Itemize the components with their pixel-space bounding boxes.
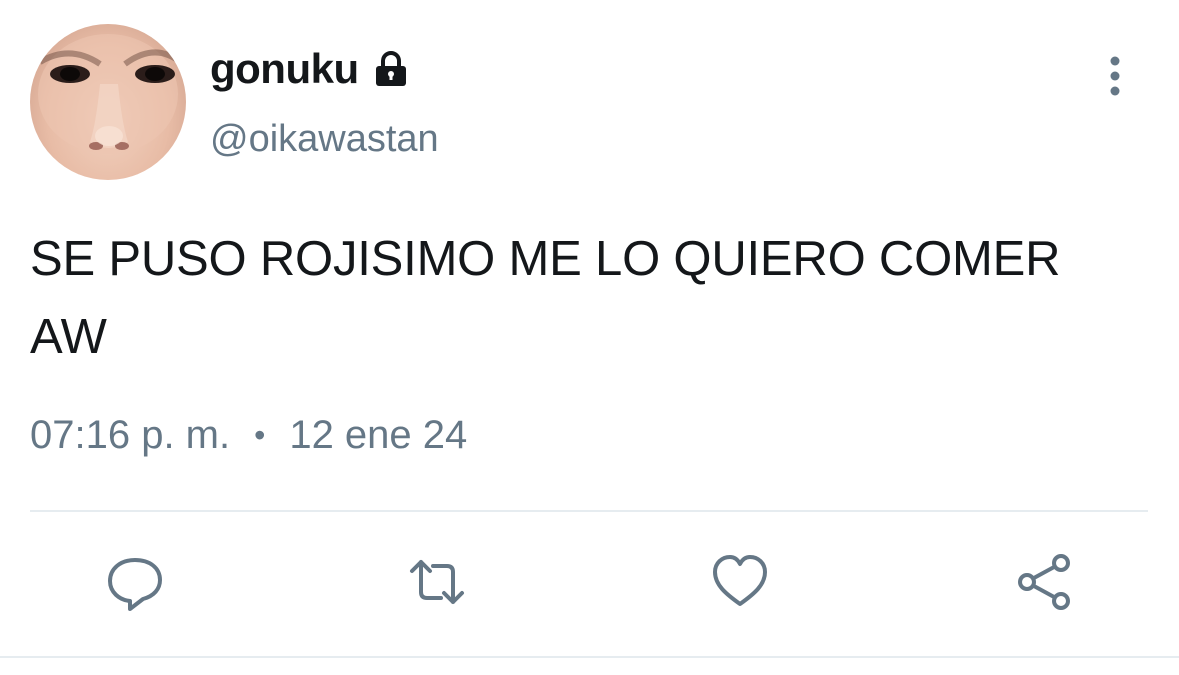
avatar[interactable] <box>30 24 186 180</box>
like-button[interactable] <box>708 550 772 614</box>
tweet-date: 12 ene 24 <box>289 413 468 457</box>
display-name[interactable]: gonuku <box>210 45 411 93</box>
share-icon <box>1018 554 1070 610</box>
lock-icon <box>371 49 411 89</box>
more-vertical-icon[interactable] <box>1098 56 1132 96</box>
retweet-button[interactable] <box>405 550 469 614</box>
divider <box>30 510 1148 512</box>
tweet-text: SE PUSO ROJISIMO ME LO QUIERO COMER AW <box>30 232 1061 364</box>
reply-icon <box>108 558 162 611</box>
tweet-time: 07:16 p. m. <box>30 413 231 457</box>
heart-icon <box>713 555 767 606</box>
retweet-icon <box>410 560 464 604</box>
avatar-face-image <box>38 34 182 154</box>
reply-button[interactable] <box>103 550 167 614</box>
bottom-divider <box>0 656 1179 658</box>
share-button[interactable] <box>1012 550 1076 614</box>
user-handle[interactable]: @oikawastan <box>210 118 439 161</box>
display-name-text: gonuku <box>210 45 359 92</box>
tweet-timestamp[interactable]: 07:16 p. m. • 12 ene 24 <box>30 413 467 458</box>
meta-separator: • <box>254 417 266 453</box>
